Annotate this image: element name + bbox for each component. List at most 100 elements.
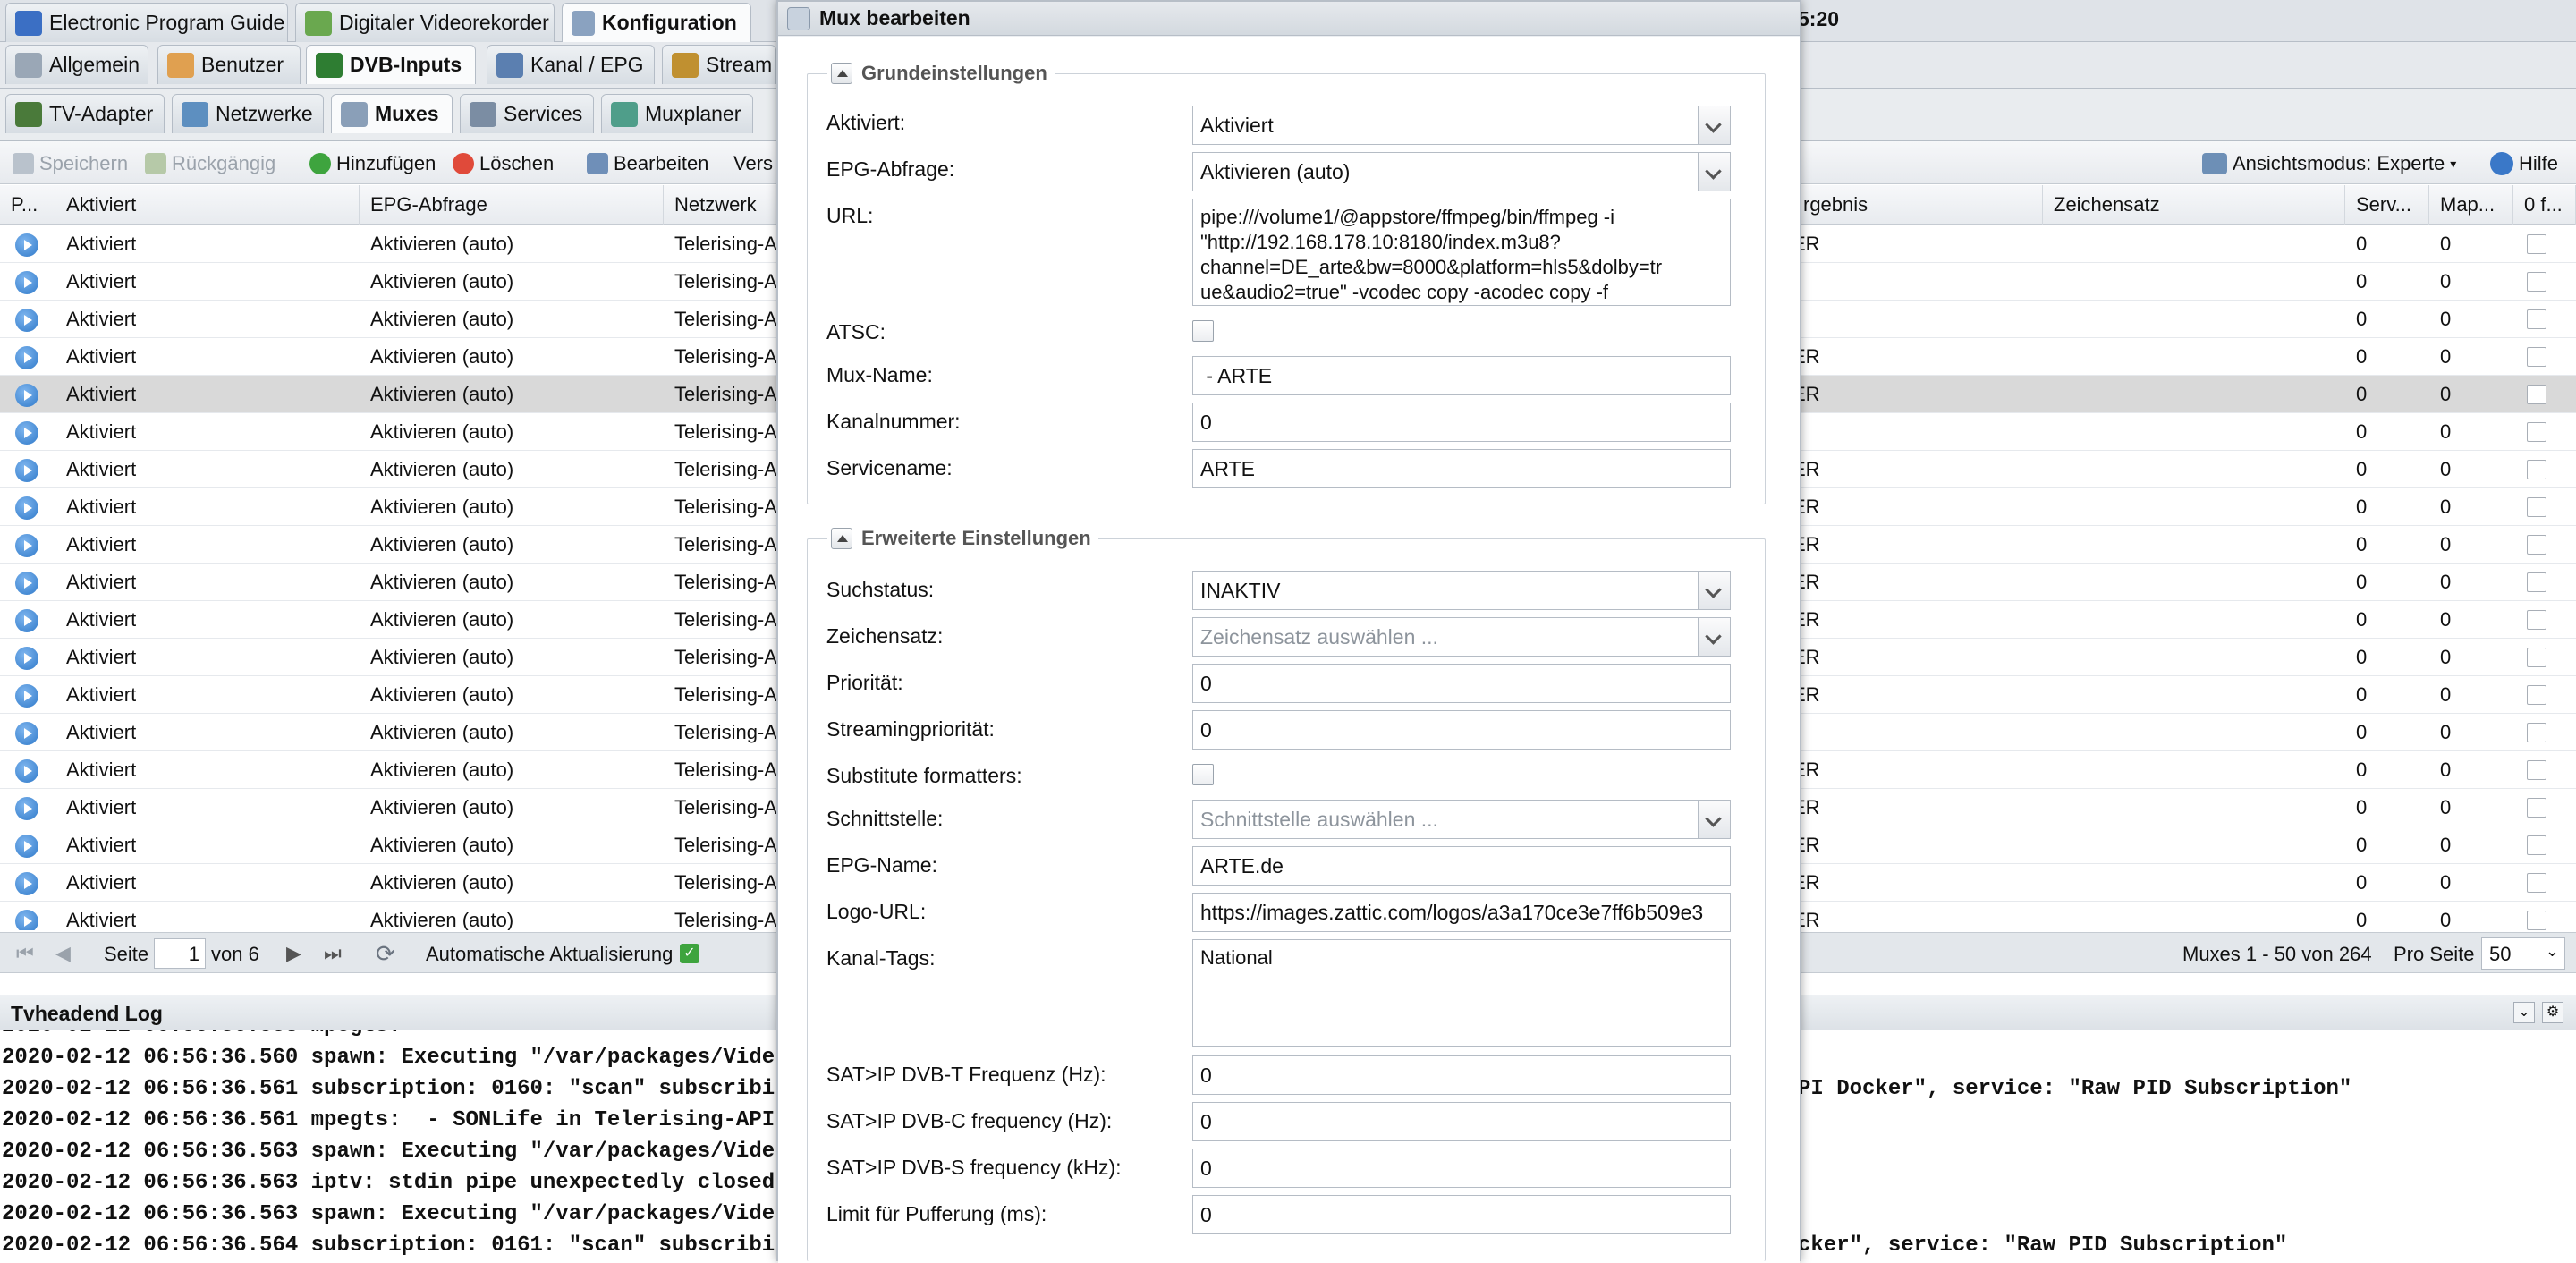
play-icon[interactable] [15,872,38,895]
row-checkbox[interactable] [2527,422,2546,442]
row-checkbox[interactable] [2527,497,2546,517]
play-icon[interactable] [15,233,38,257]
scanstatus-select[interactable]: INAKTIV [1192,571,1731,610]
save-button[interactable]: Speichern [13,148,128,179]
play-icon[interactable] [15,572,38,595]
tab-networks[interactable]: Netzwerke [172,94,324,133]
tab-dvr[interactable]: Digitaler Videorekorder [295,3,555,42]
row-checkbox[interactable] [2527,835,2546,855]
tab-tv-adapters[interactable]: TV-Adapter [5,94,165,133]
row-checkbox[interactable] [2527,610,2546,630]
per-page-select[interactable]: 50 ⌄ [2481,937,2565,970]
collapse-icon[interactable] [831,528,852,549]
row-checkbox[interactable] [2527,723,2546,742]
row-checkbox[interactable] [2527,873,2546,893]
enabled-select[interactable]: Aktiviert [1192,106,1731,145]
column-header[interactable]: 0 f... [2513,185,2576,225]
play-icon[interactable] [15,797,38,820]
row-checkbox[interactable] [2527,911,2546,930]
next-page-icon[interactable]: ▶ [286,942,301,965]
interface-select[interactable]: Schnittstelle auswählen ... [1192,800,1731,839]
play-icon[interactable] [15,835,38,858]
row-checkbox[interactable] [2527,385,2546,404]
satip-c-input[interactable]: 0 [1192,1102,1731,1141]
atsc-checkbox[interactable] [1192,320,1214,342]
satip-s-input[interactable]: 0 [1192,1149,1731,1188]
satip-t-input[interactable]: 0 [1192,1055,1731,1095]
muxname-input[interactable]: - ARTE [1192,356,1731,395]
row-checkbox[interactable] [2527,272,2546,292]
page-input[interactable]: 1 [154,938,206,969]
substitute-checkbox[interactable] [1192,764,1214,785]
collapse-icon[interactable] [831,63,852,84]
row-checkbox[interactable] [2527,798,2546,818]
row-checkbox[interactable] [2527,572,2546,592]
buffer-input[interactable]: 0 [1192,1195,1731,1234]
tab-epg[interactable]: Electronic Program Guide [5,3,288,42]
collapse-icon[interactable]: ⌄ [2513,1002,2535,1023]
play-icon[interactable] [15,910,38,930]
basic-settings-legend[interactable]: Grundeinstellungen [827,62,1055,85]
charset-select[interactable]: Zeichensatz auswählen ... [1192,617,1731,657]
logourl-input[interactable]: https://images.zattic.com/logos/a3a170ce… [1192,893,1731,932]
row-checkbox[interactable] [2527,760,2546,780]
channelnum-input[interactable]: 0 [1192,403,1731,442]
settings-icon[interactable]: ⚙ [2542,1002,2563,1023]
row-checkbox[interactable] [2527,309,2546,329]
tab-general[interactable]: Allgemein [5,45,148,84]
tab-stream[interactable]: Stream [662,45,776,84]
play-icon[interactable] [15,684,38,708]
prev-page-icon[interactable]: ◀ [55,942,71,965]
play-icon[interactable] [15,609,38,632]
play-icon[interactable] [15,496,38,520]
row-checkbox[interactable] [2527,347,2546,367]
play-icon[interactable] [15,384,38,407]
refresh-icon[interactable]: ⟳ [376,940,395,968]
tab-dvb-inputs[interactable]: DVB-Inputs [306,45,476,84]
play-icon[interactable] [15,534,38,557]
play-icon[interactable] [15,722,38,745]
row-checkbox[interactable] [2527,648,2546,667]
help-button[interactable]: Hilfe [2490,148,2558,179]
auto-refresh-check-icon[interactable]: ✓ [680,944,699,963]
play-icon[interactable] [15,309,38,332]
column-header[interactable]: Map... [2429,185,2513,225]
streamprio-input[interactable]: 0 [1192,710,1731,750]
play-icon[interactable] [15,759,38,783]
priority-input[interactable]: 0 [1192,664,1731,703]
servicename-input[interactable]: ARTE [1192,449,1731,488]
tab-configuration[interactable]: Konfiguration [562,3,751,42]
play-icon[interactable] [15,647,38,670]
tags-field[interactable]: National [1192,939,1731,1047]
add-button[interactable]: Hinzufügen [309,148,436,179]
first-page-icon[interactable]: ⏮ [16,942,34,965]
play-icon[interactable] [15,346,38,369]
column-header[interactable]: Serv... [2345,185,2429,225]
url-textarea[interactable]: pipe:///volume1/@appstore/ffmpeg/bin/ffm… [1192,199,1731,306]
last-page-icon[interactable]: ⏭ [324,942,342,965]
column-header[interactable]: Zeichensatz [2043,185,2345,225]
dialog-titlebar[interactable]: Mux bearbeiten [778,2,1800,36]
more-button[interactable]: Vers [733,148,773,179]
column-header[interactable]: rgebnis [1792,185,2043,225]
tab-users[interactable]: Benutzer [157,45,301,84]
row-checkbox[interactable] [2527,234,2546,254]
edit-button[interactable]: Bearbeiten [587,148,708,179]
view-mode-button[interactable]: Ansichtsmodus: Experte ▾ [2202,148,2456,179]
play-icon[interactable] [15,421,38,445]
tab-services[interactable]: Services [460,94,594,133]
column-header[interactable]: EPG-Abfrage [360,185,664,225]
play-icon[interactable] [15,271,38,294]
row-checkbox[interactable] [2527,685,2546,705]
advanced-settings-legend[interactable]: Erweiterte Einstellungen [827,527,1098,550]
epgname-input[interactable]: ARTE.de [1192,846,1731,886]
undo-button[interactable]: Rückgängig [145,148,275,179]
tab-muxes[interactable]: Muxes [331,94,453,133]
play-icon[interactable] [15,459,38,482]
row-checkbox[interactable] [2527,535,2546,555]
row-checkbox[interactable] [2527,460,2546,479]
tab-mux-scheduler[interactable]: Muxplaner [601,94,753,133]
tab-channel-epg[interactable]: Kanal / EPG [487,45,655,84]
delete-button[interactable]: Löschen [453,148,554,179]
column-header[interactable]: P... [0,185,55,225]
